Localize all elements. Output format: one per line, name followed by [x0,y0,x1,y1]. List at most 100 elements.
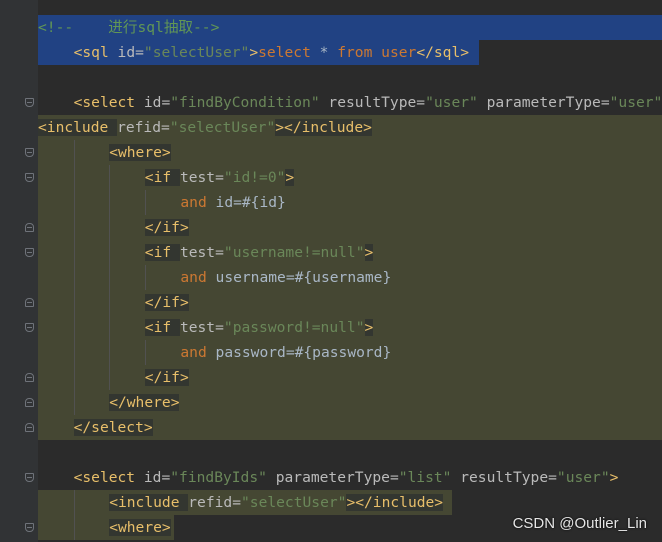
selection-highlight [38,189,662,215]
selection-highlight [38,289,662,315]
code-token: password=#{password} [206,343,392,361]
code-token: "selectUser" [241,493,347,511]
fold-close-icon[interactable] [25,373,34,382]
code-token: id [143,93,162,111]
code-token: <if [144,318,180,336]
code-token: parameterType [266,468,390,486]
code-token: <where> [109,143,171,161]
code-token: = [135,43,144,61]
code-line: <if test="password!=null"> [144,315,374,340]
code-token: <include [38,118,118,136]
code-line: </select> [73,415,153,440]
code-token: resultType [319,93,417,111]
code-token: </if> [144,368,189,386]
code-token: "password!=null" [223,318,365,336]
code-token: <!-- 进行sql抽取--> [38,18,220,36]
indent-guide [109,364,111,390]
code-line: <include refid="selectUser"></include> [38,115,372,140]
code-token: id=#{id} [206,193,286,211]
selection-highlight [38,214,662,240]
code-line: <include refid="selectUser"></include> [109,490,444,515]
selection-highlight [38,164,662,190]
indent-guide [144,264,146,290]
fold-close-icon[interactable] [25,223,34,232]
code-line: <select id="findByIds" parameterType="li… [74,465,619,490]
code-line: and username=#{username} [180,265,391,290]
fold-open-icon[interactable] [25,473,34,482]
fold-open-icon[interactable] [25,148,34,157]
code-token: ></include> [275,118,372,136]
indent-guide [73,189,75,215]
code-token: <sql [73,43,118,61]
code-token: <where> [109,518,171,536]
code-token: parameterType [477,93,601,111]
fold-open-icon[interactable] [25,98,34,107]
code-line: and id=#{id} [180,190,285,215]
code-line: </if> [144,365,189,390]
fold-close-icon[interactable] [25,423,34,432]
code-token: = [215,318,224,336]
code-token: id [143,468,162,486]
code-token: </if> [144,293,189,311]
indent-guide [73,139,75,165]
indent-guide [144,189,146,215]
code-token: = [389,468,399,486]
indent-guide [144,339,146,365]
indent-guide [73,214,75,240]
indent-guide [73,264,75,290]
indent-guide [73,364,75,390]
code-line: <!-- 进行sql抽取--> [38,15,219,40]
indent-guide [109,189,111,215]
code-token: "id!=0" [223,168,286,186]
code-token: = [161,468,171,486]
code-token: = [232,493,241,511]
fold-open-icon[interactable] [25,248,34,257]
code-token: "user" [425,93,478,111]
fold-close-icon[interactable] [25,298,34,307]
code-line: <sql id="selectUser">select * from user<… [74,40,469,65]
fold-open-icon[interactable] [25,323,34,332]
code-token: > [364,318,374,336]
indent-guide [73,164,75,190]
code-token: select [258,43,311,61]
code-line: </if> [144,290,189,315]
fold-open-icon[interactable] [25,523,34,532]
code-line: <if test="id!=0"> [144,165,295,190]
fold-close-icon[interactable] [25,398,34,407]
code-token: refid [117,118,162,136]
indent-guide [73,339,75,365]
code-token: ></include> [346,493,444,511]
code-token: test [179,318,216,336]
code-token: from [337,43,373,61]
code-token: > [285,168,295,186]
code-token: resultType [451,468,549,486]
code-line: </if> [144,215,189,240]
code-token: and [180,343,207,361]
code-token: "findByIds" [170,468,267,486]
code-token: user [381,43,417,61]
code-token: <if [144,243,180,261]
indent-guide [109,239,111,265]
selection-highlight [38,364,662,390]
code-token: "selectUser" [143,43,250,61]
code-token: test [179,243,216,261]
indent-guide [73,389,75,415]
watermark: CSDN @Outlier_Lin [512,515,647,532]
code-token: = [600,93,610,111]
code-token: > [364,243,374,261]
code-token: </if> [144,218,189,236]
indent-guide [109,289,111,315]
code-line: and password=#{password} [180,340,391,365]
fold-open-icon[interactable] [25,173,34,182]
code-token: "selectUser" [169,118,276,136]
code-token: <if [144,168,180,186]
code-token: <select [73,93,144,111]
code-editor[interactable]: <!-- 进行sql抽取--> <sql id="selectUser">sele… [0,0,662,542]
indent-guide [109,264,111,290]
code-token: > [609,468,619,486]
indent-guide [109,214,111,240]
code-token: * [310,43,338,61]
indent-guide [73,289,75,315]
editor-gutter [0,0,38,542]
